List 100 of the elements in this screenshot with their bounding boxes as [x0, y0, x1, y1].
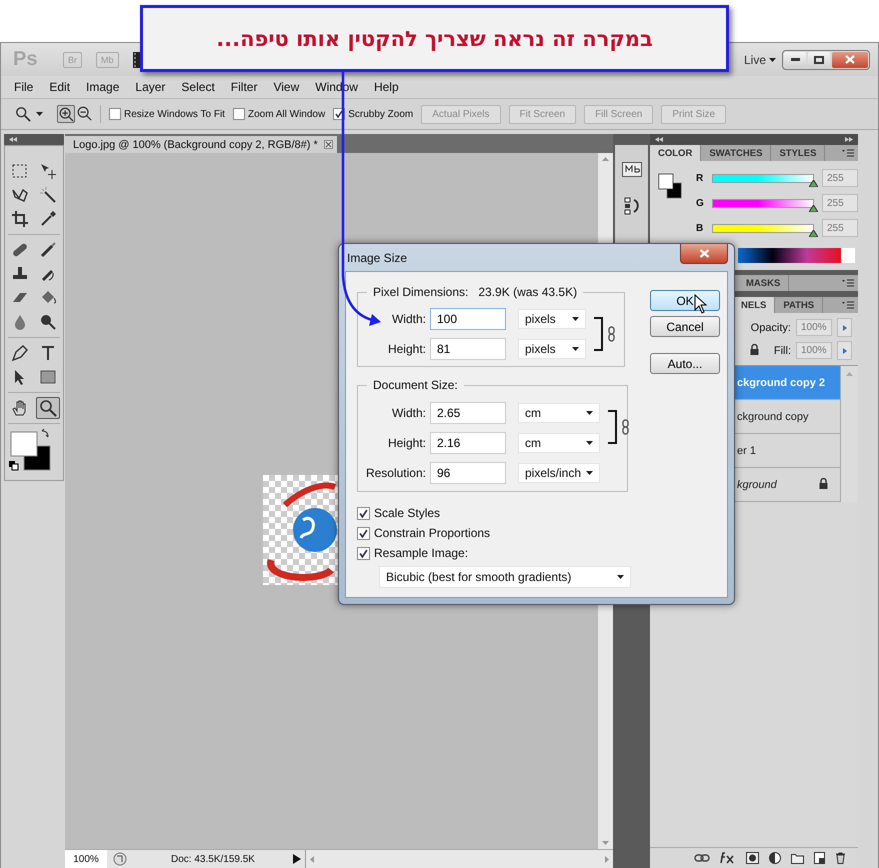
zoom-out-icon[interactable]: [76, 105, 92, 121]
value-field[interactable]: 100: [430, 308, 506, 330]
chain-link-icon[interactable]: [622, 419, 629, 435]
link-bracket-icon: [594, 317, 604, 351]
menu-item[interactable]: Edit: [41, 80, 78, 94]
color-spectrum[interactable]: [738, 248, 855, 263]
folder-icon[interactable]: [791, 852, 804, 864]
fill-slider-button[interactable]: [837, 341, 852, 360]
unit-dropdown[interactable]: pixels: [518, 339, 586, 359]
menu-item[interactable]: Image: [78, 80, 128, 94]
mini-bridge-icon[interactable]: [622, 159, 642, 177]
unit-dropdown[interactable]: pixels/inch: [518, 463, 600, 483]
resample-dropdown[interactable]: Bicubic (best for smooth gradients): [379, 566, 631, 588]
dodge-icon: [39, 313, 57, 331]
adjustment-icon[interactable]: [769, 852, 781, 864]
caret-icon: [572, 317, 579, 321]
unit-dropdown[interactable]: cm: [518, 403, 600, 423]
maximize-icon: [814, 56, 824, 64]
link-bracket-icon: [608, 410, 618, 444]
unit-dropdown[interactable]: pixels: [518, 309, 586, 329]
checkbox[interactable]: [357, 546, 370, 560]
menu-item[interactable]: Select: [173, 80, 223, 94]
panel-tab[interactable]: COLOR: [650, 145, 702, 161]
zoom-in-icon[interactable]: [57, 105, 75, 123]
maximize-button[interactable]: [808, 52, 830, 68]
close-button[interactable]: [680, 244, 728, 264]
document-size-info: Doc: 43.5K/159.5K: [170, 854, 256, 864]
dialog-button[interactable]: Cancel: [650, 316, 720, 337]
channel-value-field[interactable]: 255: [822, 219, 858, 237]
close-button[interactable]: [832, 52, 868, 68]
mask-icon[interactable]: [746, 852, 759, 864]
slider-thumb[interactable]: [809, 180, 818, 186]
document-tab[interactable]: Logo.jpg @ 100% (Background copy 2, RGB/8#) *: [65, 136, 337, 153]
link-icon[interactable]: [694, 854, 710, 862]
fill-field[interactable]: 100%: [796, 342, 832, 359]
channel-value-field[interactable]: 255: [822, 169, 858, 187]
collapse-icon[interactable]: [655, 137, 663, 142]
checkmark-icon: [359, 528, 368, 538]
value-field[interactable]: 96: [430, 462, 506, 484]
workspace-menu[interactable]: Live: [744, 52, 776, 66]
unit-dropdown[interactable]: cm: [518, 433, 600, 453]
expand-icon[interactable]: [845, 137, 853, 142]
crop-icon: [11, 210, 29, 228]
panel-tab[interactable]: NELS: [733, 297, 776, 313]
marquee-icon: [11, 162, 29, 180]
rectangle-icon: [39, 368, 57, 386]
panel-menu-icon[interactable]: [842, 279, 854, 287]
status-icon[interactable]: [113, 852, 127, 866]
panel-menu-icon[interactable]: [842, 149, 854, 157]
close-icon: [845, 55, 855, 64]
minimize-icon: [790, 58, 800, 61]
dialog-button[interactable]: Auto...: [650, 353, 720, 374]
play-arrow-icon[interactable]: [293, 854, 301, 864]
menu-item[interactable]: Layer: [127, 80, 174, 94]
checkbox[interactable]: [109, 108, 121, 120]
value-field[interactable]: 2.65: [430, 402, 506, 424]
caret-icon: [586, 471, 593, 475]
slider-thumb[interactable]: [809, 204, 818, 212]
collapse-icon[interactable]: [9, 137, 17, 142]
workspace-caret-icon: [769, 58, 776, 62]
dialog-button[interactable]: OK: [650, 290, 720, 311]
menu-item[interactable]: File: [6, 80, 42, 94]
checkbox[interactable]: [357, 506, 370, 520]
opacity-field[interactable]: 100%: [796, 319, 832, 336]
slider-thumb[interactable]: [809, 230, 818, 236]
close-icon[interactable]: [324, 140, 333, 149]
close-icon: [698, 249, 710, 258]
caret-icon: [572, 347, 579, 351]
zoom-level-field[interactable]: 100%: [65, 850, 107, 868]
trash-icon[interactable]: [835, 852, 846, 864]
channel-value-field[interactable]: 255: [822, 194, 858, 212]
checkmark-icon: [359, 508, 368, 518]
dialog-title: Image Size: [347, 250, 408, 264]
channel-label: R: [696, 172, 704, 184]
checkbox[interactable]: [357, 526, 370, 540]
menu-item[interactable]: Help: [366, 80, 407, 94]
value-field[interactable]: 2.16: [430, 432, 506, 454]
app-logo: Ps: [13, 48, 38, 71]
new-layer-icon[interactable]: [814, 852, 825, 864]
menu-item[interactable]: View: [265, 80, 308, 94]
chain-link-icon[interactable]: [608, 326, 615, 342]
type-icon: [39, 344, 57, 362]
checkbox[interactable]: [232, 108, 245, 120]
callout-text: במקרה זה נראה שצריך להקטין אותו טיפה...: [216, 26, 653, 50]
menu-item[interactable]: Filter: [222, 80, 266, 94]
effects-icon[interactable]: [720, 852, 736, 864]
play-arrow-icon: [842, 324, 846, 330]
panel-menu-icon[interactable]: [842, 301, 854, 309]
wand-icon: [39, 186, 57, 204]
field-label: Resolution:: [364, 466, 426, 480]
minimize-button[interactable]: [784, 52, 806, 68]
magnifier-icon: [39, 399, 57, 417]
checkbox-label: Constrain Proportions: [374, 526, 490, 540]
lock-icon: [750, 344, 759, 354]
history-icon[interactable]: [624, 197, 640, 215]
caret-icon: [36, 112, 43, 116]
value-field[interactable]: 81: [430, 338, 506, 360]
magnifier-tool-button[interactable]: [36, 397, 60, 419]
checkbox-label: Zoom All Window: [248, 108, 326, 120]
opacity-slider-button[interactable]: [837, 318, 852, 337]
